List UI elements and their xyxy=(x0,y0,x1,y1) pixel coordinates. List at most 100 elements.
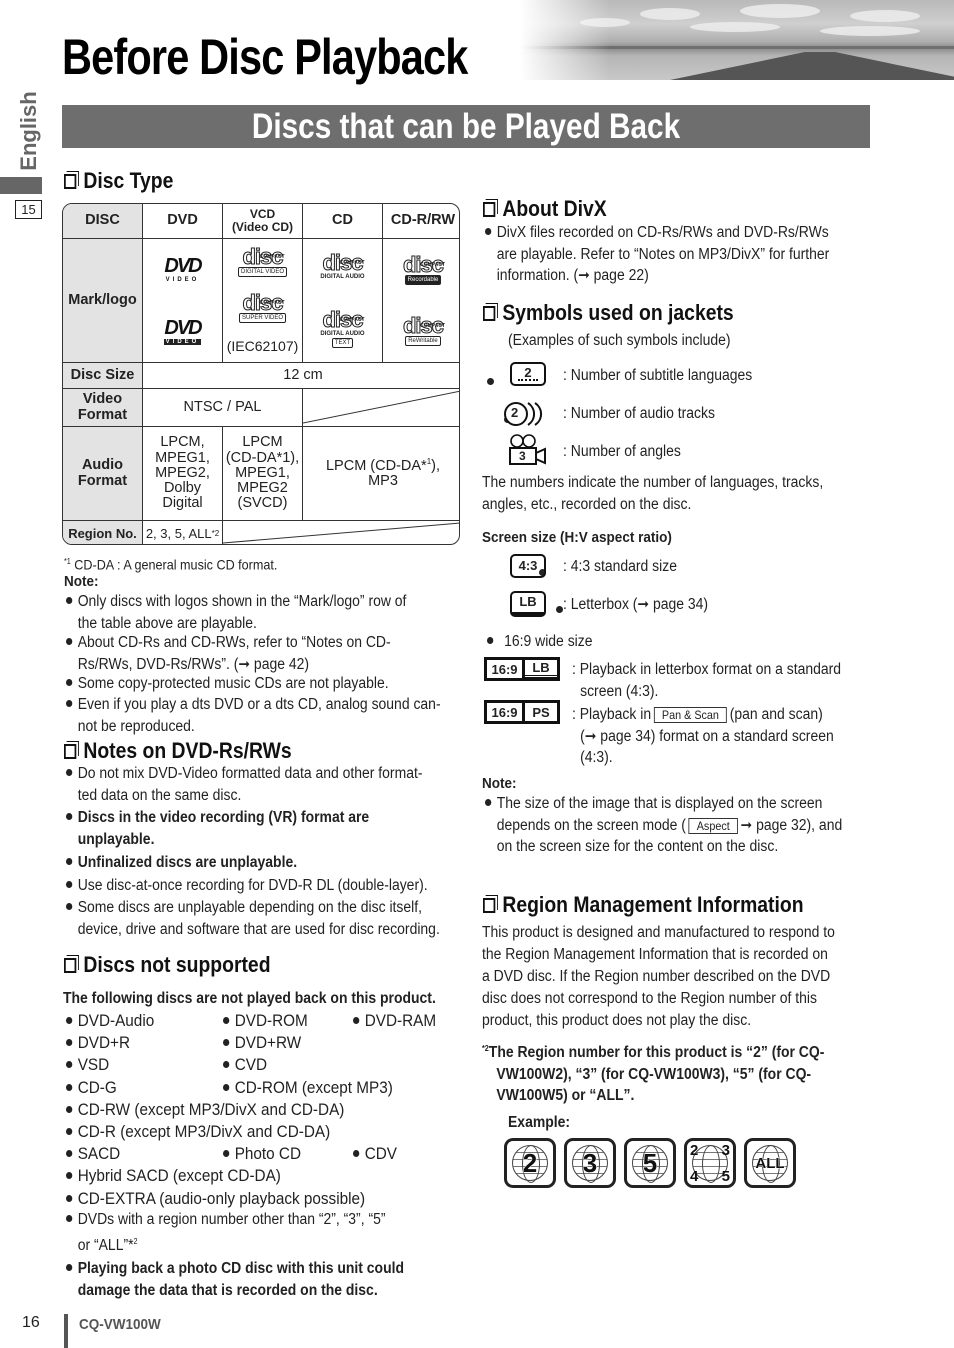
bullet-icon xyxy=(66,1172,73,1180)
table-header-cdrw: CD-R/RW xyxy=(383,204,459,239)
footer-bar xyxy=(64,1314,68,1348)
compact-disc-rewritable-logo-icon: disc COMPACT ReWritable xyxy=(402,313,446,347)
symbols-heading-text: Symbols used on jackets xyxy=(502,300,734,325)
bullet-icon xyxy=(66,1105,73,1113)
bullet-icon xyxy=(223,1061,230,1069)
bullet-icon xyxy=(66,1083,73,1091)
compact-disc-digital-audio-logo-icon: disc COMPACT DIGITAL AUDIO xyxy=(320,250,365,281)
symbols-heading: Symbols used on jackets xyxy=(483,300,734,326)
screen-note-item: The size of the image that is displayed … xyxy=(485,793,842,858)
bullet-icon xyxy=(66,881,73,888)
bullet-icon xyxy=(66,679,73,686)
bullet-icon xyxy=(66,858,73,865)
divx-heading-text: About DivX xyxy=(502,196,607,221)
symbols-intro: (Examples of such symbols include) xyxy=(508,332,731,349)
checkbox-bullet-icon xyxy=(483,898,496,913)
vcd-audio-format: LPCM (CD-DA*1), MPEG1, MPEG2 (SVCD) xyxy=(223,427,303,521)
wide-letterbox-mode: LB xyxy=(525,660,557,678)
not-supported-item: CD-RW (except MP3/DivX and CD-DA) xyxy=(66,1099,344,1121)
video-format-not-applicable xyxy=(303,389,459,427)
not-supported-item: DVD-Audio xyxy=(66,1010,154,1032)
compact-disc-text-logo-icon: disc COMPACT DIGITAL AUDIO TEXT xyxy=(320,306,365,348)
wide-pan-scan-mode: PS xyxy=(532,704,550,720)
not-supported-item: DVD-RAM xyxy=(353,1010,436,1032)
bullet-icon xyxy=(66,1150,73,1158)
wide-pan-scan-icon: 16:9 PS xyxy=(484,700,560,724)
row-label-video-format: Video Format xyxy=(63,389,143,427)
audio-tracks-icon: 2 xyxy=(502,400,552,428)
compact-disc-recordable-logo-icon: disc COMPACT Recordable xyxy=(402,251,446,285)
not-supported-item: CD-G xyxy=(66,1077,117,1099)
audio-format-line: MPEG2 xyxy=(237,480,288,497)
note-item: Even if you play a dts DVD or a dts CD, … xyxy=(66,694,441,737)
aspect-label: : Letterbox (➞ page 34) xyxy=(563,596,709,613)
aspect-button[interactable]: Aspect xyxy=(688,817,738,834)
vcd-standard-label: (IEC62107) xyxy=(226,338,299,355)
bullet-icon xyxy=(66,1215,73,1222)
not-supported-item: SACD xyxy=(66,1143,120,1165)
vcd-logos: disc COMPACT DIGITAL VIDEO disc COMPACT SUPE… xyxy=(223,239,303,363)
dvd-rs-heading: Notes on DVD-Rs/RWs xyxy=(64,738,292,764)
note-label: Note: xyxy=(482,775,517,792)
language-label: English xyxy=(16,91,41,171)
section-title: Discs that can be Played Back xyxy=(251,107,681,146)
dvd-video-logo-icon: DVD VIDEO xyxy=(164,316,203,345)
symbol-label: : Number of audio tracks xyxy=(563,405,715,422)
note-item: Only discs with logos shown in the “Mark… xyxy=(66,591,406,634)
disc-type-table: DISC DVD VCD (Video CD) CD CD-R/RW Mark/… xyxy=(62,203,460,545)
checkbox-bullet-icon xyxy=(483,202,496,217)
region-5-icon: 5 xyxy=(624,1138,676,1188)
region-no-text: 2, 3, 5, ALL xyxy=(145,526,212,542)
checkbox-bullet-icon xyxy=(64,958,77,973)
symbol-label: : Number of subtitle languages xyxy=(563,367,753,384)
aspect-label: : 4:3 standard size xyxy=(563,558,678,575)
not-supported-item: DVD+R xyxy=(66,1032,130,1054)
cdrw-logos: disc COMPACT Recordable disc COMPACT ReWrita… xyxy=(383,239,459,363)
not-supported-item: CVD xyxy=(223,1054,267,1076)
wide-pan-scan-ratio: 16:9 xyxy=(487,703,525,721)
pan-scan-button[interactable]: Pan & Scan xyxy=(653,707,728,723)
screen-size-heading: Screen size (H:V aspect ratio) xyxy=(482,529,672,546)
bullet-icon xyxy=(487,637,494,644)
row-label-mark-logo: Mark/logo xyxy=(63,239,143,363)
compact-disc-super-video-logo-icon: disc COMPACT SUPER VIDEO xyxy=(238,291,286,324)
bullet-icon xyxy=(487,378,494,385)
region-heading-text: Region Management Information xyxy=(502,892,804,917)
disc-type-heading: Disc Type xyxy=(64,168,173,194)
region-footnote: *2The Region number for this product is … xyxy=(482,1044,825,1105)
row-label-audio-format: Audio Format xyxy=(63,427,143,521)
wide-letterbox-ratio: 16:9 xyxy=(487,660,525,678)
table-header-vcd: VCD (Video CD) xyxy=(223,204,303,239)
not-supported-item: CD-ROM (except MP3) xyxy=(223,1077,393,1099)
bullet-icon xyxy=(223,1039,230,1047)
checkbox-bullet-icon xyxy=(64,174,77,189)
wide-letterbox-icon: 16:9 LB xyxy=(484,657,560,681)
dvd-rs-item: Unfinalized discs are unplayable. xyxy=(66,852,297,874)
region-no-value: 2, 3, 5, ALL *2 xyxy=(143,521,223,544)
not-supported-intro: The following discs are not played back … xyxy=(63,990,436,1007)
bullet-icon xyxy=(66,1128,73,1135)
bullet-icon xyxy=(66,597,73,604)
audio-format-line: MPEG1, xyxy=(235,464,290,481)
not-supported-item: CD-R (except MP3/DivX and CD-DA) xyxy=(66,1121,330,1143)
bullet-icon xyxy=(66,1061,73,1069)
not-supported-item: Photo CD xyxy=(223,1143,301,1165)
bullet-icon xyxy=(223,1150,230,1158)
section-title-bar: Discs that can be Played Back xyxy=(62,105,870,148)
page-title: Before Disc Playback xyxy=(62,29,468,85)
not-supported-item: DVD+RW xyxy=(223,1032,301,1054)
disc-size-value: 12 cm xyxy=(143,363,459,389)
bullet-icon xyxy=(223,1083,230,1091)
not-supported-heading: Discs not supported xyxy=(64,952,271,978)
not-supported-heading-text: Discs not supported xyxy=(83,952,271,977)
vcd-sublabel: (Video CD) xyxy=(231,220,294,234)
audio-format-line: (SVCD) xyxy=(237,495,288,512)
region-3-icon: 3 xyxy=(564,1138,616,1188)
note-item: Some copy-protected music CDs are not pl… xyxy=(66,673,389,695)
audio-format-line: MPEG2, xyxy=(155,464,210,481)
model-name: CQ-VW100W xyxy=(79,1316,161,1333)
dvd-rs-item: Discs in the video recording (VR) format… xyxy=(66,807,369,850)
table-header-cd: CD xyxy=(303,204,383,239)
audio-format-line: MP3 xyxy=(368,472,398,489)
photo-cd-warning: Playing back a photo CD disc with this u… xyxy=(66,1258,404,1301)
